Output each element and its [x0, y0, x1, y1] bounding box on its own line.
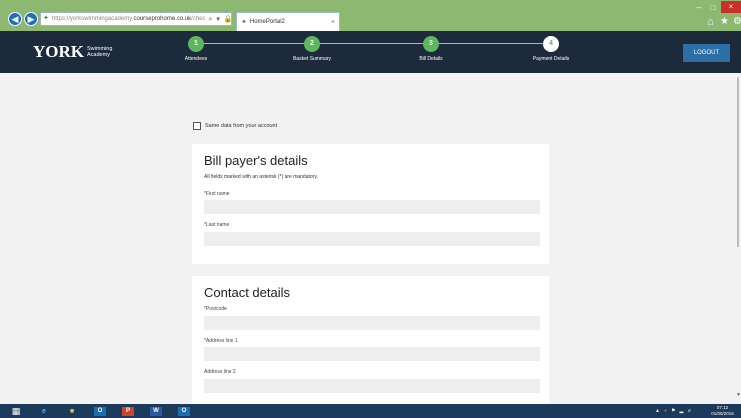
tab-title: HomePortal2 [249, 19, 285, 25]
same-data-checkbox-row[interactable]: Same data from your account [193, 122, 277, 130]
outlook-taskbar-button[interactable]: O [92, 404, 108, 418]
step-number: 1 [188, 36, 204, 52]
same-data-checkbox[interactable] [193, 122, 201, 130]
tab-close-icon[interactable]: × [331, 19, 335, 26]
postcode-label: *Postcode [204, 306, 227, 312]
postcode-input[interactable] [204, 316, 540, 330]
step-basket-summary[interactable]: 2 Basket Summary [272, 36, 352, 62]
logo-subtitle: Swimming Academy [87, 46, 112, 58]
site-header: Y ORK Swimming Academy [0, 31, 741, 73]
step-bill-details[interactable]: 3 Bill Details [391, 36, 471, 62]
scroll-down-arrow-icon[interactable]: ▼ [736, 392, 741, 398]
logout-button[interactable]: LOGOUT [683, 44, 730, 62]
windows-taskbar [0, 404, 741, 418]
contact-details-card: Contact details *Postcode *Address line … [192, 276, 549, 404]
step-label: Bill Details [419, 56, 443, 62]
first-name-label: *First name [204, 191, 230, 197]
powerpoint-taskbar-button[interactable]: P [120, 404, 136, 418]
star-icon[interactable]: ★ [720, 16, 729, 27]
address-line-2-input[interactable] [204, 379, 540, 393]
step-attendees[interactable]: 1 Attendees [156, 36, 236, 62]
windows-logo-icon: ▦ [11, 405, 21, 416]
step-number: 3 [423, 36, 439, 52]
internet-explorer-taskbar-button[interactable]: e [36, 404, 52, 418]
network-icon[interactable]: ● [664, 408, 667, 414]
address-line-1-input[interactable] [204, 347, 540, 361]
url-prefix: https://yorkswimmingacademy. [51, 16, 134, 22]
outlook-icon: O [178, 406, 190, 416]
step-label: Payment Details [532, 56, 570, 62]
bill-payer-card: Bill payer's details All fields marked w… [192, 144, 549, 264]
address-bar[interactable]: ✦ https://yorkswimmingacademy. courseproh… [40, 12, 232, 26]
same-data-label: Same data from your account [205, 123, 278, 129]
word-taskbar-button[interactable]: W [148, 404, 164, 418]
scrollbar-thumb[interactable] [737, 77, 739, 247]
back-button[interactable]: ◀ [8, 12, 22, 26]
taskbar-clock[interactable]: 07:12 01/05/2016 [706, 405, 739, 417]
outlook-icon: O [94, 406, 106, 416]
browser-tab[interactable]: ✦ HomePortal2 × [236, 12, 340, 31]
forward-arrow-icon: ▶ [27, 14, 35, 24]
address-line-1-label: *Address line 1 [204, 338, 238, 344]
url-suffix: /chec [191, 16, 206, 22]
address-line-2-label: Address line 2 [204, 369, 236, 375]
start-button[interactable]: ▦ [8, 404, 24, 418]
flag-icon[interactable]: ⚑ [671, 408, 675, 414]
internet-explorer-icon: e [42, 407, 46, 415]
step-label: Basket Summary [292, 56, 332, 62]
url-domain: courseprohome.co.uk [133, 16, 192, 22]
back-arrow-icon: ◀ [11, 14, 19, 24]
tab-favicon-icon: ✦ [241, 19, 247, 26]
last-name-input[interactable] [204, 232, 540, 246]
powerpoint-icon: P [122, 406, 134, 416]
site-favicon-icon: ✦ [43, 15, 49, 22]
bill-payer-title: Bill payer's details [204, 153, 308, 168]
signal-icon[interactable]: ▂ [679, 408, 683, 414]
logo-main: ORK [45, 42, 85, 61]
mandatory-note: All fields marked with an asterisk (*) a… [204, 174, 318, 180]
window-maximize-button[interactable]: □ [707, 3, 719, 13]
window-minimize-button[interactable]: – [693, 3, 705, 13]
clock-date: 01/05/2016 [711, 411, 734, 416]
york-logo[interactable]: Y ORK Swimming Academy [33, 42, 112, 62]
home-icon[interactable]: ⌂ [707, 16, 714, 28]
window-close-button[interactable]: × [721, 1, 741, 13]
folder-icon: ■ [69, 407, 75, 415]
step-payment-details[interactable]: 4 Payment Details [511, 36, 591, 62]
word-icon: W [150, 406, 162, 416]
arrow-up-icon[interactable]: ▲ [655, 408, 660, 414]
file-explorer-taskbar-button[interactable]: ■ [64, 404, 80, 418]
outlook-taskbar-button-2[interactable]: O [176, 404, 192, 418]
contact-details-title: Contact details [204, 285, 290, 300]
address-tools-icons[interactable]: ⌕ ▾ 🔒 ↻ [209, 15, 231, 24]
forward-button[interactable]: ▶ [24, 12, 38, 26]
first-name-input[interactable] [204, 200, 540, 214]
step-number: 4 [543, 36, 559, 52]
volume-icon[interactable]: ♬ [687, 408, 692, 414]
last-name-label: *Last name [204, 222, 230, 228]
gear-icon[interactable]: ⚙ [733, 16, 741, 27]
logo-y: Y [33, 42, 46, 61]
system-tray[interactable]: ▲ ● ⚑ ▂ ♬ [655, 405, 692, 417]
step-label: Attendees [184, 56, 208, 62]
steps-progress-line [196, 43, 552, 44]
step-number: 2 [304, 36, 320, 52]
logo-line-2: Academy [87, 52, 110, 58]
